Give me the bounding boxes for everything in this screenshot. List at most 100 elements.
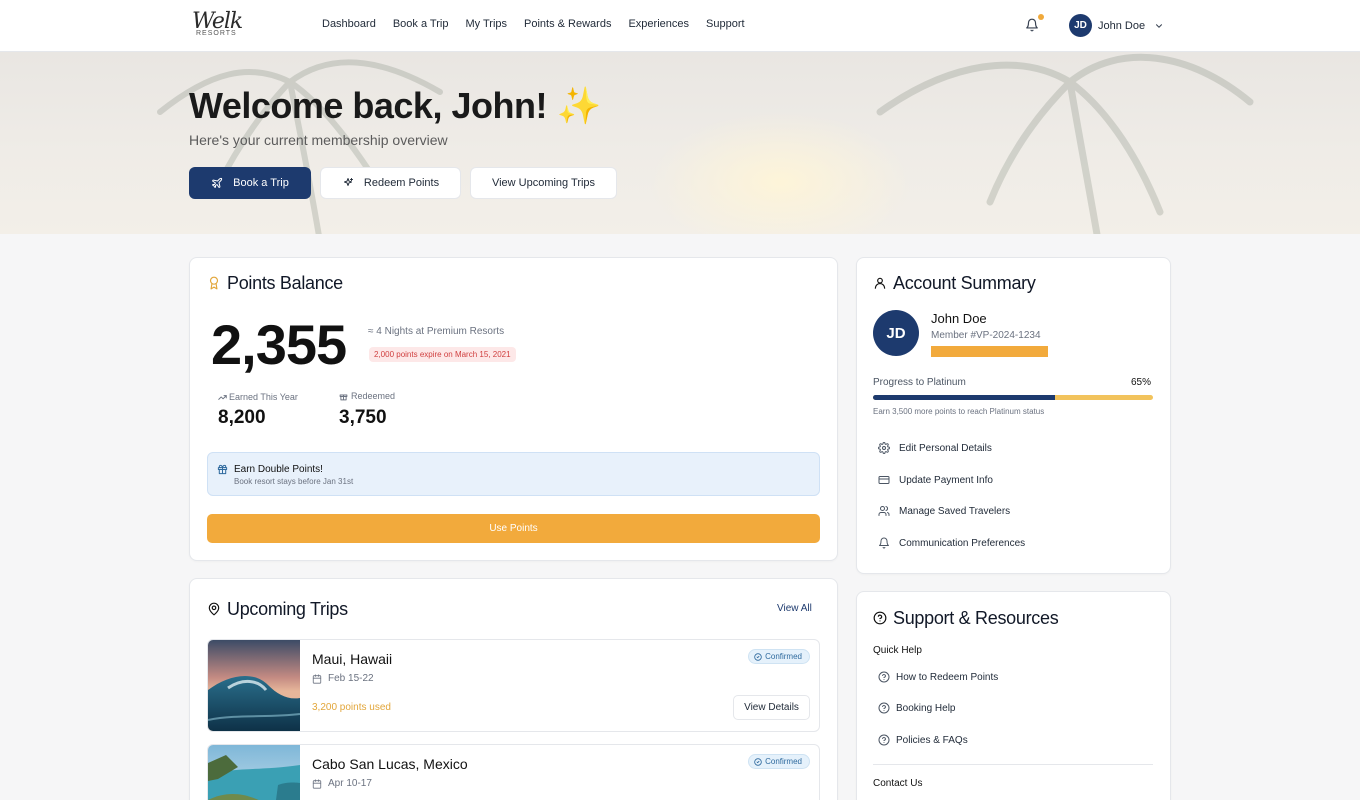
status-label: Confirmed [765,652,802,661]
help-circle-icon [878,702,890,714]
redeemed-label: Redeemed [351,391,396,401]
communication-preferences-link[interactable]: Communication Preferences [878,537,1025,549]
member-id: Member #VP-2024-1234 [931,330,1041,341]
nav-link-book-a-trip[interactable]: Book a Trip [393,18,449,30]
how-to-redeem-points-label: How to Redeem Points [896,671,999,683]
points-expire-badge: 2,000 points expire on March 15, 2021 [369,347,516,362]
book-trip-button[interactable]: Book a Trip [189,167,311,199]
calendar-icon [312,674,322,684]
progress-percent: 65% [1131,377,1152,388]
help-circle-icon [878,734,890,746]
map-pin-icon [208,602,220,616]
policies-faqs-label: Policies & FAQs [896,734,968,746]
chevron-down-icon [1156,23,1163,28]
avatar: JD [873,310,919,356]
update-payment-info-label: Update Payment Info [899,474,993,486]
progress-label: Progress to Platinum [873,377,966,388]
communication-preferences-label: Communication Preferences [899,537,1026,549]
upcoming-trips-title: Upcoming Trips [227,599,348,619]
avatar: JD [1069,14,1092,37]
view-upcoming-trips-label: View Upcoming Trips [491,177,596,189]
top-navbar: Welk RESORTS Dashboard Book a Trip My Tr… [0,0,1360,52]
nights-equivalent: ≈ 4 Nights at Premium Resorts [368,326,505,337]
check-circle-icon [754,757,762,766]
edit-personal-details-link[interactable]: Edit Personal Details [878,442,992,454]
divider [873,764,1153,765]
award-icon [209,276,219,290]
trip-name: Cabo San Lucas, Mexico [312,756,468,772]
status-badge: Confirmed [748,649,810,664]
manage-saved-travelers-link[interactable]: Manage Saved Travelers [878,505,1010,517]
progress-bar [873,395,1153,400]
check-circle-icon [754,652,762,661]
user-menu[interactable]: JD John Doe [1069,14,1164,37]
trip-card[interactable]: Cabo San Lucas, Mexico Apr 10-17 Confirm… [207,744,820,800]
manage-saved-travelers-label: Manage Saved Travelers [899,505,1011,517]
nav-link-support[interactable]: Support [706,18,745,30]
contact-us-heading: Contact Us [873,778,923,789]
account-summary-title: Account Summary [893,273,1036,293]
quick-help-heading: Quick Help [873,645,922,656]
calendar-icon [312,779,322,789]
logo-sub: RESORTS [196,30,237,37]
nav-link-dashboard[interactable]: Dashboard [322,18,376,30]
redeem-points-label: Redeem Points [363,177,440,189]
nav-links: Dashboard Book a Trip My Trips Points & … [322,18,762,30]
trending-up-icon [218,395,227,400]
notification-dot [1038,14,1044,20]
plane-icon [212,177,223,188]
help-circle-icon [873,611,887,625]
progress-note: Earn 3,500 more points to reach Platinum… [873,407,1045,416]
trip-points-used: 3,200 points used [312,702,391,713]
nav-link-experiences[interactable]: Experiences [628,18,689,30]
trip-dates: Feb 15-22 [328,673,374,684]
welcome-title: Welcome back, John! ✨ [189,85,601,126]
earned-label: Earned This Year [229,392,298,402]
nav-link-points-rewards[interactable]: Points & Rewards [524,18,611,30]
nav-link-my-trips[interactable]: My Trips [465,18,507,30]
redeemed-value: 3,750 [339,407,387,428]
help-circle-icon [878,671,890,683]
view-all-link[interactable]: View All [777,603,812,614]
policies-faqs-link[interactable]: Policies & FAQs [878,734,968,746]
trip-name: Maui, Hawaii [312,651,393,667]
palm-tree-decoration [876,53,1254,234]
booking-help-label: Booking Help [896,702,956,714]
users-icon [878,506,890,516]
bell-icon[interactable] [1025,18,1039,32]
edit-personal-details-label: Edit Personal Details [899,442,992,454]
status-badge: Confirmed [748,754,810,769]
earned-value: 8,200 [218,407,266,428]
trip-image-cabo [208,745,300,800]
trip-image-maui [208,640,300,731]
view-upcoming-trips-button[interactable]: View Upcoming Trips [470,167,617,199]
bell-icon [879,537,889,549]
gift-icon [339,394,348,401]
user-icon [874,277,886,289]
use-points-button[interactable]: Use Points [207,514,820,543]
brand-logo[interactable]: Welk RESORTS [192,11,252,43]
points-balance-value: 2,355 [211,313,347,376]
gear-icon [878,442,890,454]
status-label: Confirmed [765,757,802,766]
redeem-points-button[interactable]: Redeem Points [320,167,461,199]
progress-fill [873,395,1055,400]
member-name: John Doe [931,311,987,326]
user-name: John Doe [1098,19,1146,32]
view-details-button[interactable]: View Details [733,695,810,720]
update-payment-info-link[interactable]: Update Payment Info [878,474,993,486]
trip-card[interactable]: Maui, Hawaii Feb 15-22 3,200 points used… [207,639,820,732]
double-points-promo[interactable]: Earn Double Points! Book resort stays be… [207,452,820,496]
support-resources-title: Support & Resources [893,608,1059,628]
sparkles-icon [343,178,353,186]
trip-dates: Apr 10-17 [328,778,372,789]
book-trip-label: Book a Trip [233,177,289,189]
tier-bar [931,346,1048,357]
gift-icon [217,464,228,475]
promo-title: Earn Double Points! [234,464,323,475]
welcome-subtitle: Here's your current membership overview [189,132,448,148]
promo-subtitle: Book resort stays before Jan 31st [234,477,354,486]
how-to-redeem-points-link[interactable]: How to Redeem Points [878,671,998,683]
booking-help-link[interactable]: Booking Help [878,702,955,714]
credit-card-icon [878,476,890,484]
